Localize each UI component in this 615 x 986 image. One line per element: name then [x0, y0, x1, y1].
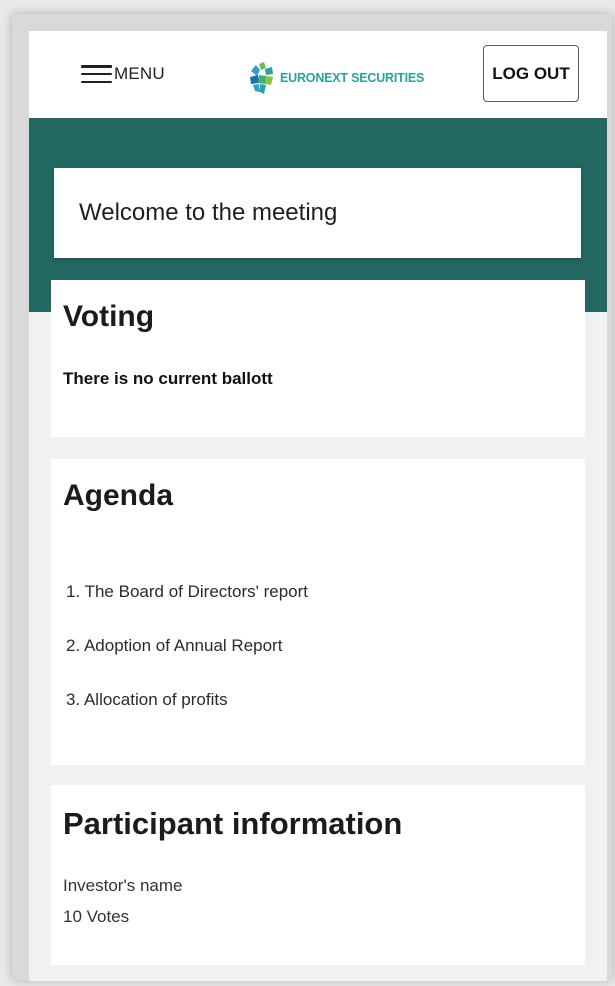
- agenda-card: Agenda 1. The Board of Directors' report…: [51, 459, 585, 765]
- logo-text: EURONEXT SECURITIES: [280, 71, 425, 85]
- agenda-item: 2. Adoption of Annual Report: [66, 636, 283, 655]
- top-bar: MENU EURONEXT SECURITIES LOG OUT: [29, 31, 607, 118]
- voting-card: Voting There is no current ballott: [51, 280, 585, 437]
- agenda-item: 1. The Board of Directors' report: [66, 582, 308, 601]
- investor-name: Investor's name: [63, 876, 183, 895]
- vote-count: 10 Votes: [63, 907, 130, 926]
- logout-button[interactable]: LOG OUT: [483, 45, 579, 102]
- participant-title: Participant information: [63, 806, 403, 841]
- euronext-logo-icon: [250, 62, 273, 94]
- euronext-logo[interactable]: EURONEXT SECURITIES: [247, 61, 424, 95]
- menu-button[interactable]: MENU: [81, 64, 165, 84]
- agenda-title: Agenda: [63, 479, 174, 512]
- participant-card: Participant information Investor's name …: [51, 785, 585, 965]
- hamburger-icon: [81, 65, 112, 83]
- voting-title: Voting: [63, 300, 155, 333]
- agenda-item: 3. Allocation of profits: [66, 690, 228, 709]
- welcome-banner: Welcome to the meeting: [54, 168, 581, 258]
- menu-label: MENU: [114, 64, 165, 83]
- app-screen: MENU EURONEXT SECURITIES LOG OUT Welcome…: [29, 31, 607, 981]
- agenda-list: 1. The Board of Directors' report 2. Ado…: [66, 579, 308, 741]
- ballot-status: There is no current ballott: [63, 369, 273, 388]
- participant-info: Investor's name 10 Votes: [63, 870, 182, 932]
